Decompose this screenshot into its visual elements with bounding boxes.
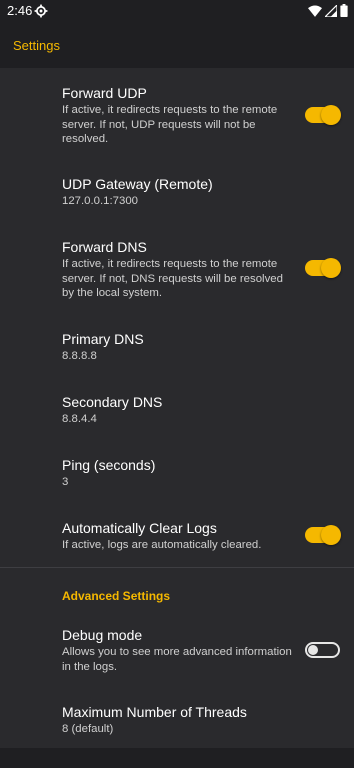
pref-ping[interactable]: Ping (seconds) 3 bbox=[62, 456, 298, 490]
forward-udp-switch[interactable] bbox=[305, 105, 341, 125]
pref-max-threads[interactable]: Maximum Number of Threads 8 (default) bbox=[62, 703, 298, 737]
pref-title: Automatically Clear Logs bbox=[62, 520, 217, 536]
pref-title: Debug mode bbox=[62, 627, 143, 643]
navigation-bar bbox=[0, 748, 354, 768]
pref-summary: 8 (default) bbox=[62, 723, 114, 735]
pref-title: Primary DNS bbox=[62, 331, 144, 347]
pref-title: UDP Gateway (Remote) bbox=[62, 176, 213, 192]
pref-secondary-dns[interactable]: Secondary DNS 8.8.4.4 bbox=[62, 393, 298, 427]
signal-icon bbox=[325, 4, 337, 17]
app-bar: Settings bbox=[0, 24, 354, 68]
section-divider bbox=[0, 567, 354, 568]
forward-dns-switch[interactable] bbox=[305, 258, 341, 278]
pref-summary: 127.0.0.1:7300 bbox=[62, 195, 139, 207]
pref-primary-dns[interactable]: Primary DNS 8.8.8.8 bbox=[62, 330, 298, 364]
status-bar: 2:46 bbox=[0, 0, 354, 24]
page-title: Settings bbox=[13, 38, 60, 53]
pref-forward-dns[interactable]: Forward DNS If active, it redirects requ… bbox=[62, 238, 298, 301]
status-time: 2:46 bbox=[7, 3, 33, 18]
pref-udp-gateway[interactable]: UDP Gateway (Remote) 127.0.0.1:7300 bbox=[62, 175, 298, 209]
debug-mode-switch[interactable] bbox=[305, 642, 340, 658]
pref-summary: 8.8.4.4 bbox=[62, 413, 97, 425]
pref-title: Forward UDP bbox=[62, 85, 147, 101]
pref-summary: Allows you to see more advanced informat… bbox=[62, 646, 292, 673]
pref-auto-clear-logs[interactable]: Automatically Clear Logs If active, logs… bbox=[62, 519, 298, 553]
pref-debug-mode[interactable]: Debug mode Allows you to see more advanc… bbox=[62, 626, 298, 674]
battery-icon bbox=[340, 4, 348, 17]
section-header-advanced: Advanced Settings bbox=[62, 589, 171, 603]
pref-title: Forward DNS bbox=[62, 239, 147, 255]
pref-title: Ping (seconds) bbox=[62, 457, 156, 473]
wifi-icon bbox=[308, 4, 322, 17]
auto-clear-logs-switch[interactable] bbox=[305, 525, 341, 545]
pref-title: Maximum Number of Threads bbox=[62, 704, 247, 720]
pref-summary: 8.8.8.8 bbox=[62, 350, 97, 362]
pref-summary: If active, it redirects requests to the … bbox=[62, 258, 283, 299]
switch-thumb bbox=[321, 105, 341, 125]
pref-forward-udp[interactable]: Forward UDP If active, it redirects requ… bbox=[62, 84, 298, 147]
switch-thumb bbox=[308, 645, 318, 655]
switch-thumb bbox=[321, 525, 341, 545]
pref-title: Secondary DNS bbox=[62, 394, 163, 410]
pref-summary: If active, logs are automatically cleare… bbox=[62, 539, 262, 551]
pref-summary: 3 bbox=[62, 476, 69, 488]
pref-summary: If active, it redirects requests to the … bbox=[62, 104, 278, 145]
switch-thumb bbox=[321, 258, 341, 278]
gear-icon bbox=[34, 4, 48, 18]
